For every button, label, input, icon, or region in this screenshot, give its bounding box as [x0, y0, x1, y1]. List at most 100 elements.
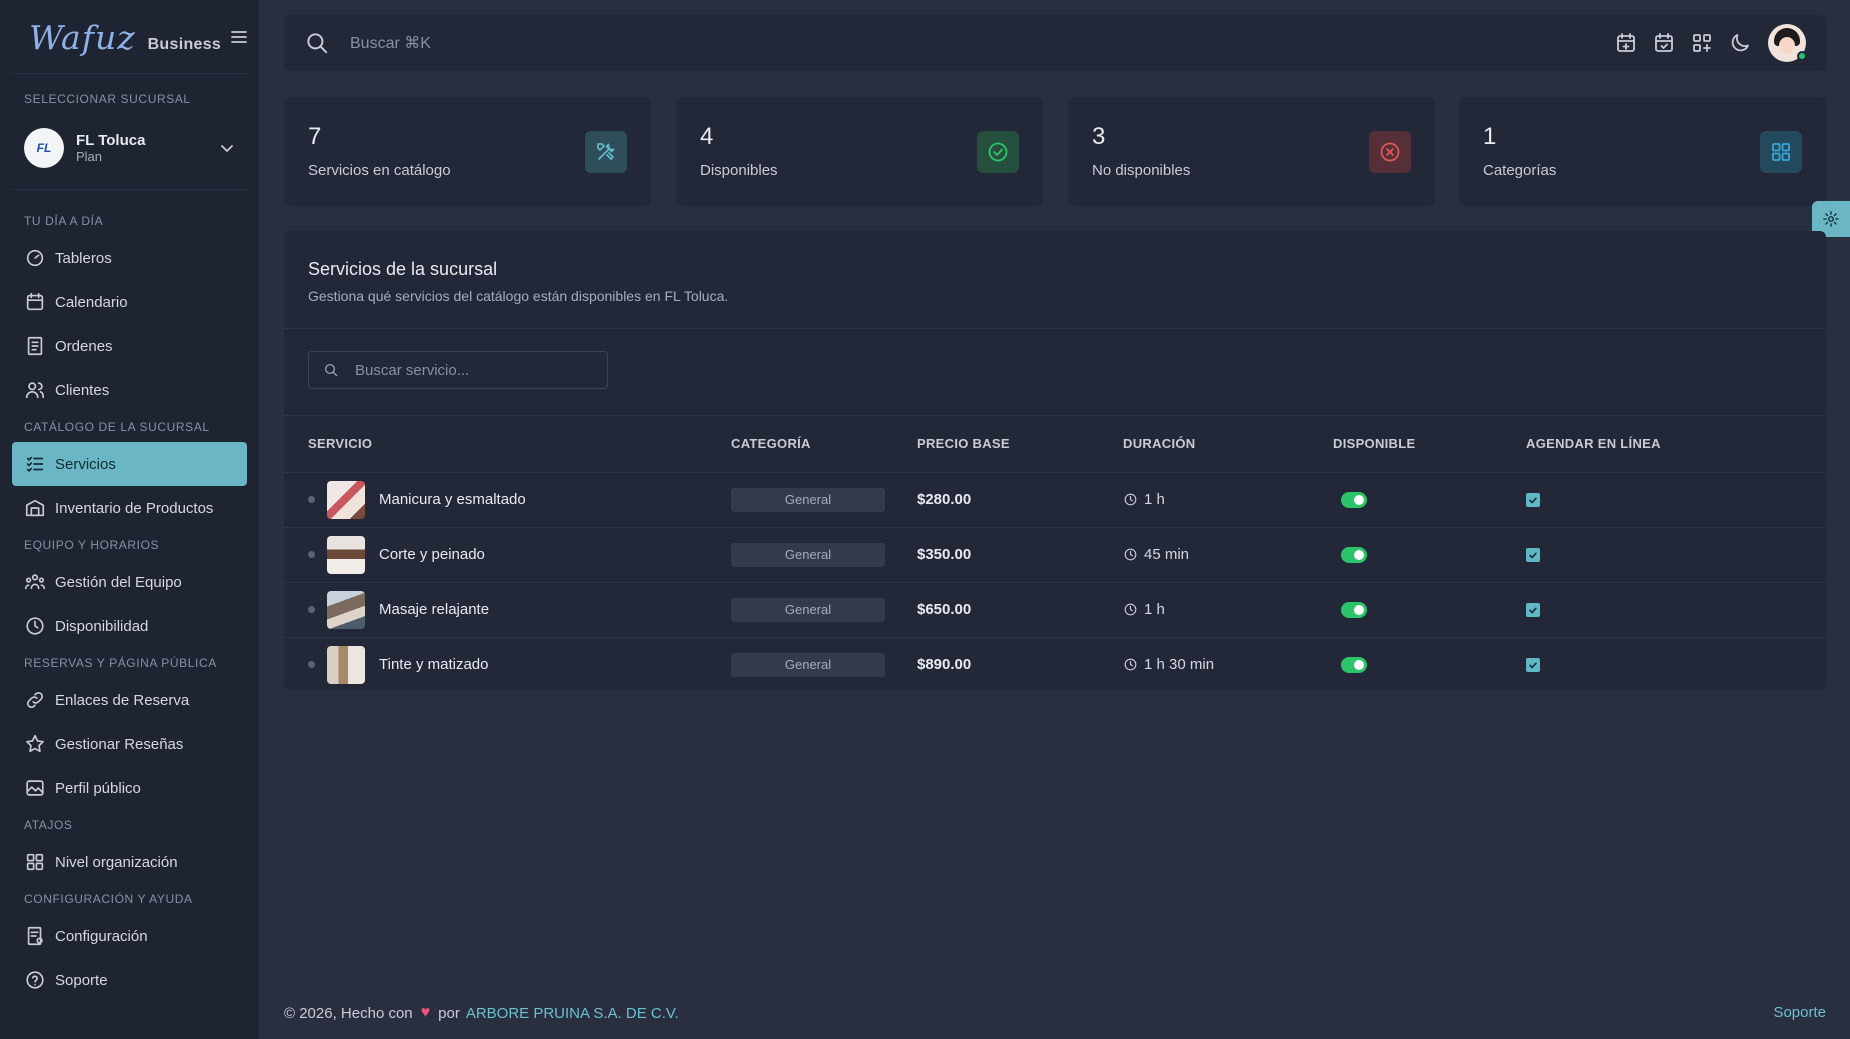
service-duration: 1 h 30 min [1144, 656, 1215, 674]
service-name[interactable]: Corte y peinado [379, 546, 485, 563]
column-header-service[interactable]: SERVICIO [284, 416, 731, 473]
panel-title: Servicios de la sucursal [308, 259, 498, 279]
sidebar-item-servicios[interactable]: Servicios [12, 442, 247, 486]
receipt-icon [27, 336, 43, 356]
sidebar-item-label: Tableros [55, 249, 112, 267]
available-toggle[interactable] [1341, 656, 1367, 673]
table-row[interactable]: Corte y peinado General $350.00 45 min [284, 527, 1826, 583]
sidebar-item-soporte[interactable]: Soporte [12, 958, 247, 1002]
section-title-team: EQUIPO Y HORARIOS [24, 538, 160, 552]
sidebar-item-label: Ordenes [55, 337, 113, 355]
category-badge: General [731, 542, 885, 567]
settings-doc-icon [27, 926, 43, 946]
online-booking-checkbox[interactable] [1526, 492, 1540, 507]
available-toggle[interactable] [1341, 546, 1367, 563]
service-search-input[interactable]: Buscar servicio... [308, 351, 608, 389]
service-name[interactable]: Tinte y matizado [379, 656, 489, 673]
moon-icon[interactable] [1728, 31, 1752, 55]
available-toggle[interactable] [1341, 601, 1367, 618]
status-bullet [308, 496, 315, 503]
brand-logo[interactable]: Wafuz [29, 21, 136, 54]
sidebar-item-label: Enlaces de Reserva [55, 691, 190, 709]
sidebar: Wafuz Business SELECCIONAR SUCURSAL FL F… [0, 0, 259, 1039]
search-icon [325, 364, 338, 377]
chevron-down-icon[interactable] [219, 140, 235, 156]
search-icon [307, 33, 328, 54]
table-row[interactable]: Manicura y esmaltado General $280.00 1 h [284, 472, 1826, 528]
service-price: $350.00 [917, 546, 972, 563]
grid-icon [26, 853, 44, 871]
sidebar-item-label: Servicios [55, 455, 116, 473]
sidebar-item-inventario[interactable]: Inventario de Productos [12, 486, 247, 530]
sidebar-item-calendario[interactable]: Calendario [12, 280, 247, 324]
online-booking-checkbox[interactable] [1526, 602, 1540, 617]
link-icon [26, 691, 44, 709]
online-status-dot [1797, 51, 1807, 61]
stat-card-categories: 1 Categorías [1459, 97, 1826, 206]
sidebar-item-label: Gestión del Equipo [55, 573, 182, 591]
sidebar-item-disponibilidad[interactable]: Disponibilidad [12, 604, 247, 648]
grid-icon [1760, 131, 1802, 173]
footer-company-link[interactable]: ARBORE PRUINA S.A. DE C.V. [466, 1005, 679, 1022]
global-search[interactable]: Buscar ⌘K [304, 30, 1614, 56]
available-toggle[interactable] [1341, 491, 1367, 508]
sidebar-item-resenas[interactable]: Gestionar Reseñas [12, 722, 247, 766]
section-title-shortcuts: ATAJOS [24, 818, 73, 832]
table-row[interactable]: Masaje relajante General $650.00 1 h [284, 582, 1826, 638]
sidebar-item-label: Soporte [55, 971, 108, 989]
service-duration: 45 min [1144, 546, 1190, 563]
status-bullet [308, 606, 315, 613]
table-row[interactable]: Tinte y matizado General $890.00 1 h 30 … [284, 637, 1826, 692]
brand-subtitle: Business [147, 36, 222, 53]
column-header-price[interactable]: PRECIO BASE [917, 416, 1123, 473]
online-booking-checkbox[interactable] [1526, 657, 1540, 672]
topbar: Buscar ⌘K [284, 15, 1826, 71]
stat-label: Servicios en catálogo [308, 162, 451, 179]
sidebar-item-label: Clientes [55, 381, 110, 399]
warehouse-icon [25, 499, 45, 517]
column-header-available[interactable]: DISPONIBLE [1333, 416, 1526, 473]
stat-value: 3 [1092, 123, 1106, 150]
footer-support-link[interactable]: Soporte [1773, 1004, 1826, 1021]
brand: Wafuz Business [12, 0, 247, 74]
clock-icon [26, 617, 44, 635]
service-duration: 1 h [1144, 601, 1165, 618]
calendar-icon [26, 292, 44, 311]
footer: © 2026, Hecho con ♥ por ARBORE PRUINA S.… [284, 1004, 679, 1022]
sidebar-item-label: Perfil público [55, 779, 141, 797]
sidebar-item-perfil[interactable]: Perfil público [12, 766, 247, 810]
service-name[interactable]: Masaje relajante [379, 601, 489, 618]
service-name[interactable]: Manicura y esmaltado [379, 491, 526, 508]
online-booking-checkbox[interactable] [1526, 547, 1540, 562]
sidebar-item-nivel[interactable]: Nivel organización [12, 840, 247, 884]
column-header-online[interactable]: AGENDAR EN LÍNEA [1526, 416, 1826, 473]
branch-plan: Plan [76, 148, 103, 164]
branch-selector[interactable]: FL FL Toluca Plan [12, 106, 247, 190]
sidebar-item-enlaces[interactable]: Enlaces de Reserva [12, 678, 247, 722]
stat-label: Categorías [1483, 162, 1557, 179]
column-header-category[interactable]: CATEGORÍA [731, 416, 917, 473]
sidebar-item-label: Configuración [55, 927, 148, 945]
global-search-placeholder: Buscar ⌘K [350, 35, 431, 52]
service-price: $890.00 [917, 656, 972, 674]
menu-toggle-icon[interactable] [231, 30, 247, 44]
calendar-check-icon[interactable] [1652, 31, 1676, 55]
status-bullet [308, 661, 315, 669]
team-icon [25, 574, 45, 590]
clock-icon [1124, 658, 1137, 671]
gear-icon [1823, 211, 1839, 227]
footer-by: por [438, 1004, 460, 1022]
service-thumbnail [327, 590, 365, 629]
footer-copyright: © 2026, Hecho con [284, 1004, 413, 1022]
calendar-add-icon[interactable] [1614, 31, 1638, 55]
sidebar-item-ordenes[interactable]: Ordenes [12, 324, 247, 368]
sidebar-item-label: Disponibilidad [55, 617, 149, 635]
column-header-duration[interactable]: DURACIÓN [1123, 416, 1333, 473]
user-avatar[interactable] [1768, 24, 1807, 62]
apps-icon[interactable] [1690, 31, 1714, 55]
sidebar-item-configuracion[interactable]: Configuración [12, 914, 247, 958]
clock-icon [1124, 603, 1137, 616]
sidebar-item-tableros[interactable]: Tableros [12, 236, 247, 280]
sidebar-item-equipo[interactable]: Gestión del Equipo [12, 560, 247, 604]
sidebar-item-clientes[interactable]: Clientes [12, 368, 247, 412]
